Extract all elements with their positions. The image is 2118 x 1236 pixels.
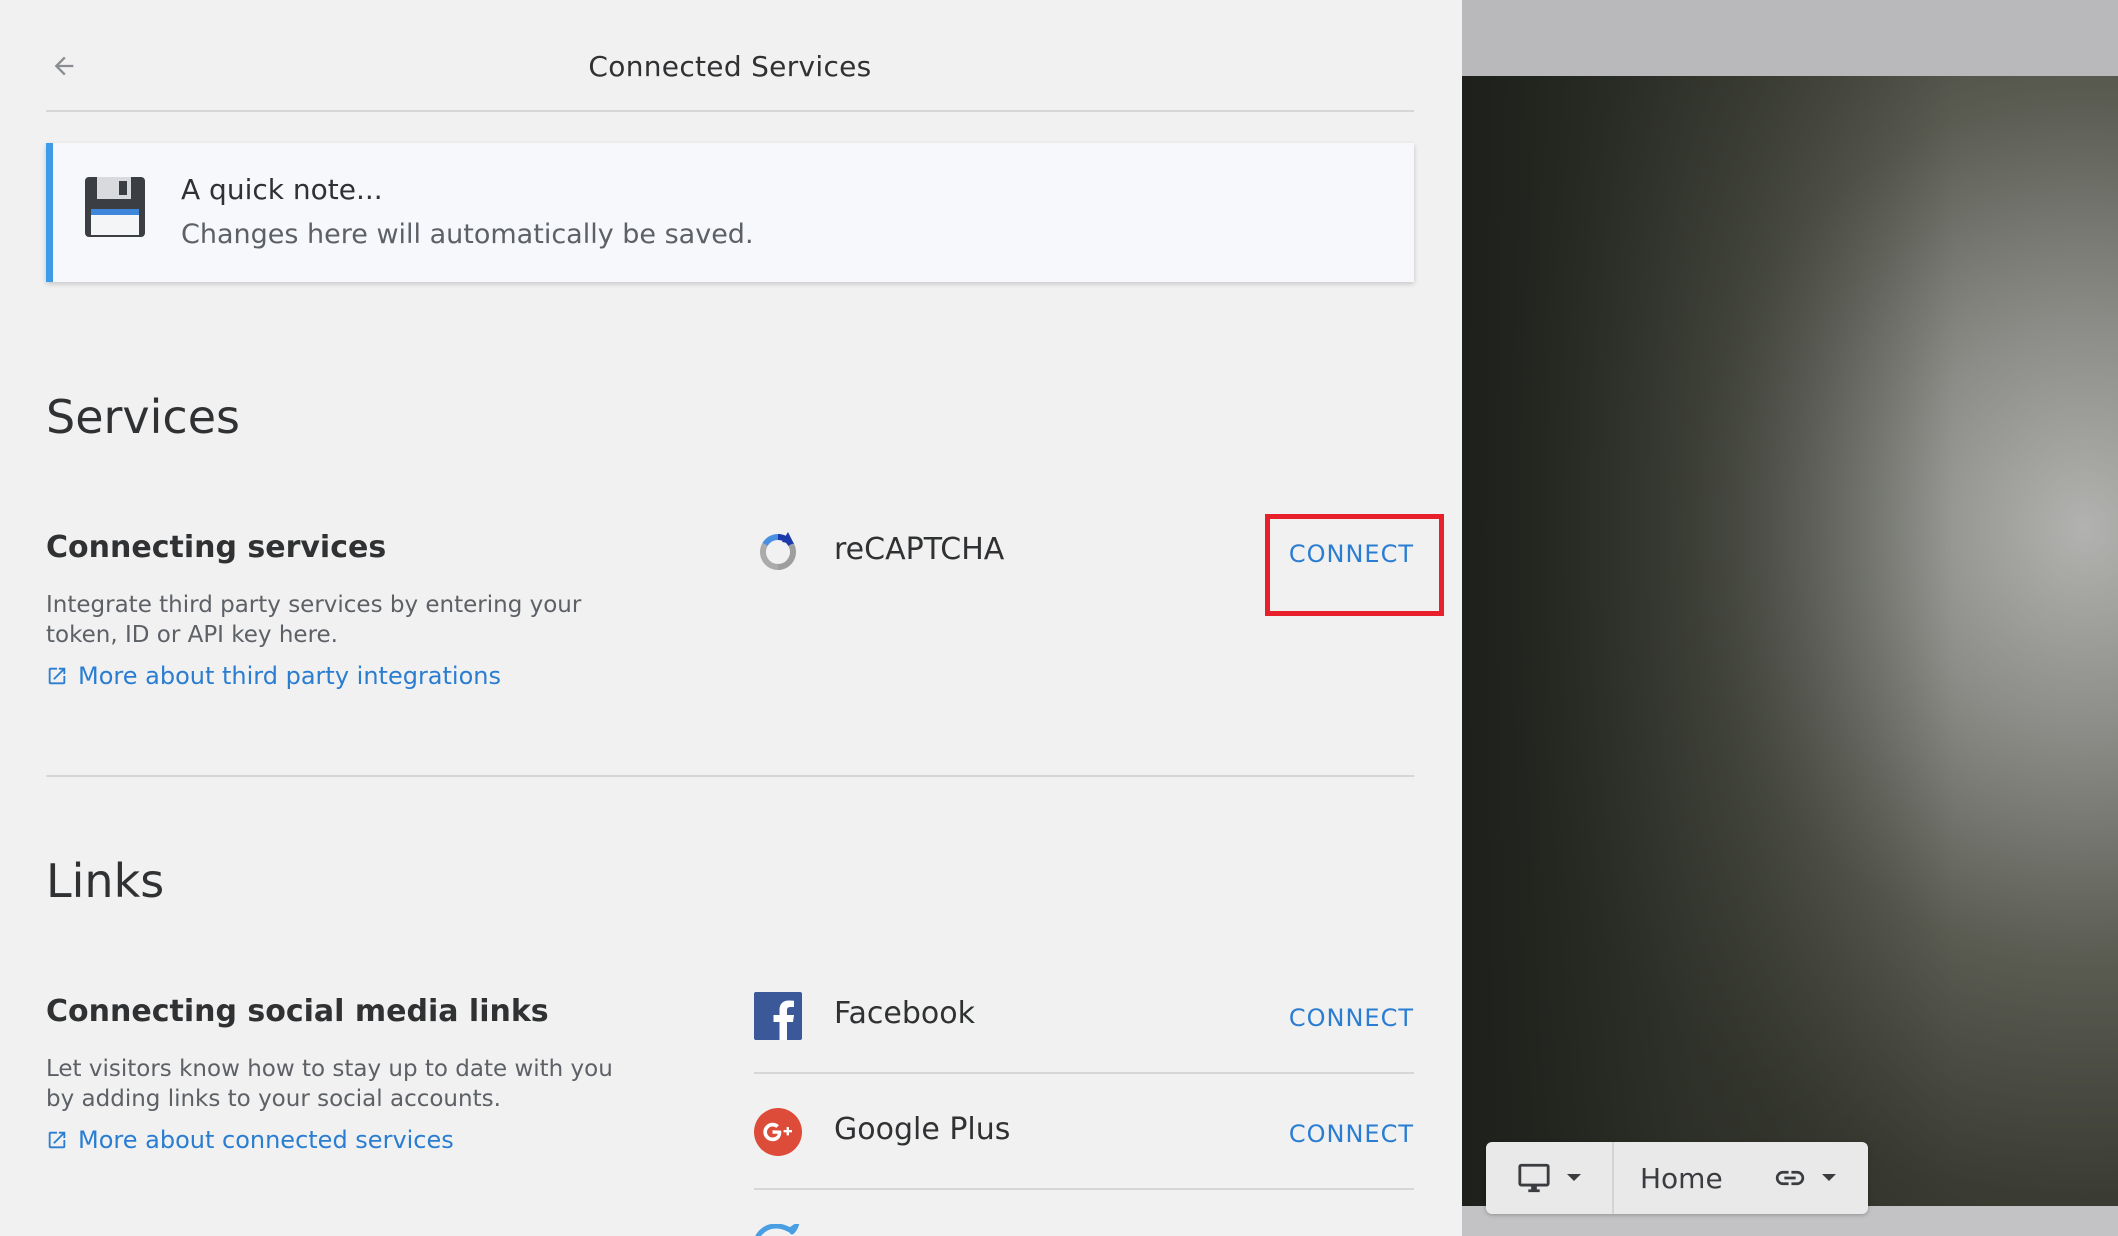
page-title: Connected Services <box>588 50 872 83</box>
settings-panel: Connected Services A quick note... Chang… <box>0 0 1462 1236</box>
floppy-disk-icon <box>85 177 145 237</box>
page-selector[interactable]: Home <box>1640 1162 1723 1195</box>
services-subheading: Connecting services <box>46 530 387 565</box>
site-preview <box>1462 0 2118 1236</box>
google-plus-icon <box>754 1108 802 1156</box>
service-name: reCAPTCHA <box>834 532 1005 567</box>
facebook-connect-button[interactable]: CONNECT <box>1289 1004 1414 1032</box>
preview-top-bar <box>1462 0 2118 76</box>
section-divider <box>46 775 1414 777</box>
preview-image <box>1462 76 2118 1206</box>
connected-services-link[interactable]: More about connected services <box>46 1126 454 1154</box>
link-row-facebook: Facebook CONNECT <box>754 964 1414 1074</box>
link-label: More about connected services <box>78 1126 454 1154</box>
link-row-google-plus: Google Plus CONNECT <box>754 1080 1414 1190</box>
recaptcha-connect-button[interactable]: CONNECT <box>1289 540 1414 568</box>
row-divider <box>754 1072 1414 1074</box>
caret-down-icon <box>1821 1174 1836 1181</box>
services-description: Integrate third party services by enteri… <box>46 592 582 648</box>
recaptcha-icon <box>759 532 797 570</box>
preview-toolbar: Home <box>1486 1142 1868 1214</box>
row-divider <box>754 1188 1414 1190</box>
links-heading: Links <box>46 854 165 908</box>
external-link-icon <box>48 1131 66 1149</box>
link-name: Facebook <box>834 996 975 1031</box>
service-row-recaptcha: reCAPTCHA CONNECT <box>754 500 1414 610</box>
services-heading: Services <box>46 390 240 444</box>
google-plus-connect-button[interactable]: CONNECT <box>1289 1120 1414 1148</box>
external-link-icon <box>48 667 66 685</box>
link-icon <box>1775 1170 1804 1186</box>
note-title: A quick note... <box>181 173 383 206</box>
caret-down-icon <box>1567 1174 1581 1181</box>
link-label: More about third party integrations <box>78 662 501 690</box>
links-description: Let visitors know how to stay up to date… <box>46 1056 613 1112</box>
link-name: Google Plus <box>834 1112 1011 1147</box>
desktop-icon <box>1518 1163 1550 1193</box>
twitter-icon <box>755 1224 800 1236</box>
device-selector[interactable] <box>1486 1142 1614 1214</box>
links-subheading: Connecting social media links <box>46 994 549 1029</box>
note-body: Changes here will automatically be saved… <box>181 219 754 250</box>
facebook-icon <box>754 992 802 1040</box>
info-note: A quick note... Changes here will automa… <box>46 143 1414 282</box>
link-menu-button[interactable] <box>1773 1167 1837 1189</box>
third-party-integrations-link[interactable]: More about third party integrations <box>46 662 501 690</box>
header-divider <box>46 110 1414 112</box>
